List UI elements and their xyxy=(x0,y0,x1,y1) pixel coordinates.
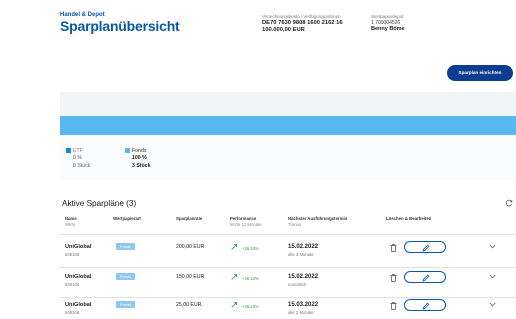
table-row[interactable]: UniGlobal 849105 Fonds 150,00 EUR ↗ +26,… xyxy=(60,268,516,298)
column-header-name[interactable]: Name WKN xyxy=(65,216,77,228)
trend-up-icon: ↗ xyxy=(230,242,239,253)
create-savings-plan-button[interactable]: Sparplan einrichten xyxy=(447,65,513,81)
section-divider xyxy=(60,92,516,116)
depot-number: 1 700004526 xyxy=(371,19,401,26)
column-header-actions: Löschen & Bearbeiten xyxy=(386,216,431,222)
legend-etf: ETF 0 % 0 Stück xyxy=(66,148,90,170)
active-plans-title: Aktive Sparpläne (3) xyxy=(62,199,137,208)
refresh-icon[interactable] xyxy=(505,199,513,207)
chevron-down-icon[interactable] xyxy=(489,244,496,249)
fund-name[interactable]: UniGlobal xyxy=(65,274,91,280)
column-header-performance[interactable]: Performance letzte 12 Monate xyxy=(230,216,262,228)
execution-frequency: alle 3 Monate xyxy=(288,252,314,257)
column-next-label: Nächster Ausführungstermin xyxy=(288,216,348,221)
allocation-bar xyxy=(60,116,516,135)
depot-info: Wertpapierdepot 1 700004526 Benny Böme xyxy=(371,14,405,33)
legend-swatch-fonds xyxy=(125,148,130,153)
table-header-divider xyxy=(60,234,516,235)
trash-icon[interactable] xyxy=(390,244,397,252)
legend-count-etf: 0 Stück xyxy=(73,162,91,169)
edit-button[interactable] xyxy=(404,241,446,253)
trend-up-icon: ↗ xyxy=(230,272,239,283)
asset-type-badge: Fonds xyxy=(116,243,136,250)
legend-label-fonds: Fonds xyxy=(132,148,147,154)
account-label: Verrechnungskonto / Verfügungsrahmen xyxy=(262,14,341,19)
column-perf-sublabel: letzte 12 Monate xyxy=(230,221,262,227)
plan-rate: 200,00 EUR xyxy=(176,244,205,250)
asset-type-badge: Fonds xyxy=(116,301,136,308)
account-amount: 100.000,00 EUR xyxy=(262,26,305,33)
fund-wkn: 849105 xyxy=(65,252,80,257)
table-row[interactable]: UniGlobal 849105 Fonds 200,00 EUR ↗ +26,… xyxy=(60,238,516,268)
asset-type-badge: Fonds xyxy=(116,273,136,280)
table-row[interactable]: UniGlobal 849105 Fonds 25,00 EUR ↗ +26,1… xyxy=(60,296,516,319)
account-iban: DE70 7630 9808 1600 2162 16 xyxy=(262,19,343,26)
column-rate-label: Sparplanrate xyxy=(176,216,203,221)
column-header-type[interactable]: Wertpapierart xyxy=(113,216,141,222)
column-actions-label: Löschen & Bearbeiten xyxy=(386,216,432,221)
performance-value: +26,13% xyxy=(242,304,259,309)
performance-value: +26,13% xyxy=(242,246,259,251)
trash-icon[interactable] xyxy=(390,302,397,310)
plan-rate: 150,00 EUR xyxy=(176,274,205,280)
trend-up-icon: ↗ xyxy=(230,300,239,311)
column-header-next-execution[interactable]: Nächster Ausführungstermin Turnus xyxy=(288,216,347,228)
legend-label-etf: ETF xyxy=(73,148,83,154)
legend-fonds: Fonds 100 % 3 Stück xyxy=(125,148,150,170)
legend-percent-fonds: 100 % xyxy=(132,155,147,162)
fund-name[interactable]: UniGlobal xyxy=(65,302,91,308)
fund-name[interactable]: UniGlobal xyxy=(65,244,91,250)
chevron-down-icon[interactable] xyxy=(489,274,496,279)
fund-wkn: 849105 xyxy=(65,282,80,287)
depot-owner-name: Benny Böme xyxy=(371,25,405,32)
column-name-sublabel: WKN xyxy=(65,221,76,227)
performance-value: +26,13% xyxy=(242,276,259,281)
pencil-icon xyxy=(422,274,430,282)
next-execution-date: 15.03.2022 xyxy=(288,302,319,308)
pencil-icon xyxy=(422,244,430,252)
column-name-label: Name xyxy=(65,216,77,221)
depot-label: Wertpapierdepot xyxy=(371,14,404,19)
page-title: Sparplanübersicht xyxy=(60,18,180,34)
chevron-down-icon[interactable] xyxy=(489,302,496,307)
edit-button[interactable] xyxy=(404,271,446,283)
legend-count-fonds: 3 Stück xyxy=(132,162,151,169)
legend-percent-etf: 0 % xyxy=(73,155,82,162)
plan-rate: 25,00 EUR xyxy=(176,302,202,308)
next-execution-date: 15.02.2022 xyxy=(288,244,319,250)
pencil-icon xyxy=(422,302,430,310)
trash-icon[interactable] xyxy=(390,274,397,282)
edit-button[interactable] xyxy=(404,299,446,311)
legend-swatch-etf xyxy=(66,148,71,153)
page-header: Handel & Depot Sparplanübersicht Verrech… xyxy=(0,0,516,92)
column-header-rate[interactable]: Sparplanrate xyxy=(176,216,202,222)
next-execution-date: 15.02.2022 xyxy=(288,274,319,280)
fund-wkn: 849105 xyxy=(65,310,80,315)
execution-frequency: alle 2 Monate xyxy=(288,310,314,315)
account-info: Verrechnungskonto / Verfügungsrahmen DE7… xyxy=(262,14,343,34)
column-type-label: Wertpapierart xyxy=(113,216,141,221)
execution-frequency: monatlich xyxy=(288,282,307,287)
column-next-sublabel: Turnus xyxy=(288,221,302,227)
